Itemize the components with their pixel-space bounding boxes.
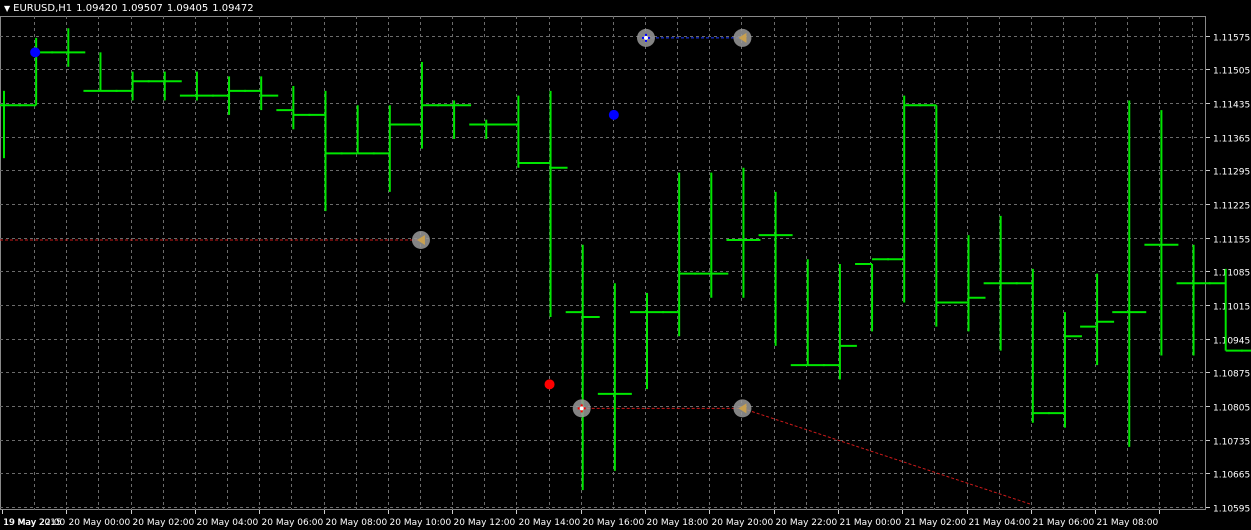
ohlc-bar xyxy=(887,95,922,303)
x-tick-label: 21 May 00:00 xyxy=(840,518,902,528)
x-tick-label: 21 May 02:00 xyxy=(905,518,967,528)
ohlc-bar xyxy=(726,167,761,298)
x-tick-label: 20 May 08:00 xyxy=(326,518,388,528)
ohlc-bar xyxy=(1047,312,1082,428)
ohlc-bar xyxy=(179,71,214,101)
ohlc-bar xyxy=(308,90,343,212)
y-tick-label: 1.10595 xyxy=(1213,505,1250,515)
ohlc-bar xyxy=(951,235,986,332)
x-tick-label: 21 May 06:00 xyxy=(1033,518,1095,528)
ohlc-bar xyxy=(565,244,600,491)
y-tick-label: 1.11505 xyxy=(1213,67,1250,77)
y-tick-label: 1.11575 xyxy=(1213,34,1250,44)
buy-signal-dot xyxy=(608,109,619,120)
y-tick-label: 1.10665 xyxy=(1213,471,1250,481)
x-tick-label: 20 May 18:00 xyxy=(647,518,709,528)
ohlc-bar xyxy=(276,86,311,130)
ohlc-bar xyxy=(983,215,1018,351)
ohlc-bar xyxy=(790,259,825,367)
price-chart[interactable]: 1.11575 1.11505 1.11435 1.11365 1.11295 1.112… xyxy=(0,0,1251,530)
ohlc-bar xyxy=(404,61,439,149)
y-tick-label: 1.11085 xyxy=(1213,269,1250,279)
x-tick-label: 21 May 08:00 xyxy=(1097,518,1159,528)
x-tick-label: 20 May 22:00 xyxy=(776,518,838,528)
ohlc-bar xyxy=(1015,268,1050,423)
sell-signal-dot xyxy=(544,379,555,390)
y-tick-label: 1.11225 xyxy=(1213,202,1250,212)
y-tick-label: 1.10875 xyxy=(1213,370,1250,380)
ohlc-bar xyxy=(147,71,182,101)
ohlc-bar xyxy=(340,105,375,155)
ohlc-bar xyxy=(1144,110,1179,356)
ohlc-bar xyxy=(469,119,504,139)
ohlc-bar xyxy=(855,258,890,332)
ohlc-bar xyxy=(115,71,150,101)
ohlc-bar xyxy=(1080,273,1115,366)
ohlc-bar xyxy=(244,76,279,111)
ohlc-bar xyxy=(694,172,729,298)
x-tick-label: 20 May 20:00 xyxy=(712,518,774,528)
entry-dot xyxy=(579,406,584,411)
x-tick-label: 20 May 02:00 xyxy=(133,518,195,528)
y-tick-label: 1.10805 xyxy=(1213,404,1250,414)
buy-signal-dot xyxy=(30,47,41,58)
x-tick-label: 20 May 00:00 xyxy=(69,518,131,528)
ohlc-bar xyxy=(919,104,954,327)
y-tick-label: 1.11155 xyxy=(1213,236,1250,246)
ohlc-bar xyxy=(437,100,472,139)
y-tick-label: 1.11295 xyxy=(1213,168,1250,178)
ohlc-bar xyxy=(212,76,247,115)
y-tick-label: 1.11435 xyxy=(1213,101,1250,111)
ohlc-bar xyxy=(372,105,407,192)
ohlc-bar xyxy=(597,283,632,471)
entry-dot xyxy=(644,35,648,40)
x-tick-label: 20 May 14:00 xyxy=(519,518,581,528)
ohlc-bar xyxy=(662,172,697,337)
ohlc-bar xyxy=(0,90,21,159)
ohlc-bar xyxy=(83,52,118,92)
x-tick-label: 19 May 22:00 xyxy=(4,518,66,528)
x-tick-label: 20 May 04:00 xyxy=(197,518,259,528)
x-tick-label: 20 May 10:00 xyxy=(390,518,452,528)
chart-frame xyxy=(0,16,1206,510)
y-tick-label: 1.10945 xyxy=(1213,337,1250,347)
ohlc-bar xyxy=(533,90,568,317)
ohlc-bar xyxy=(822,264,857,380)
y-tick-label: 1.11015 xyxy=(1213,303,1250,313)
x-tick-label: 21 May 04:00 xyxy=(969,518,1031,528)
ohlc-bar xyxy=(51,28,86,67)
x-tick-label: 20 May 16:00 xyxy=(583,518,645,528)
trade-line xyxy=(742,407,1032,506)
ohlc-bar xyxy=(1112,100,1147,447)
ohlc-bar xyxy=(630,292,664,390)
x-tick-label: 20 May 06:00 xyxy=(262,518,324,528)
x-tick-label: 20 May 12:00 xyxy=(454,518,516,528)
ohlc-bar xyxy=(501,95,536,168)
ohlc-bar xyxy=(758,191,793,346)
y-tick-label: 1.11365 xyxy=(1213,135,1250,145)
y-tick-label: 1.10735 xyxy=(1213,438,1250,448)
